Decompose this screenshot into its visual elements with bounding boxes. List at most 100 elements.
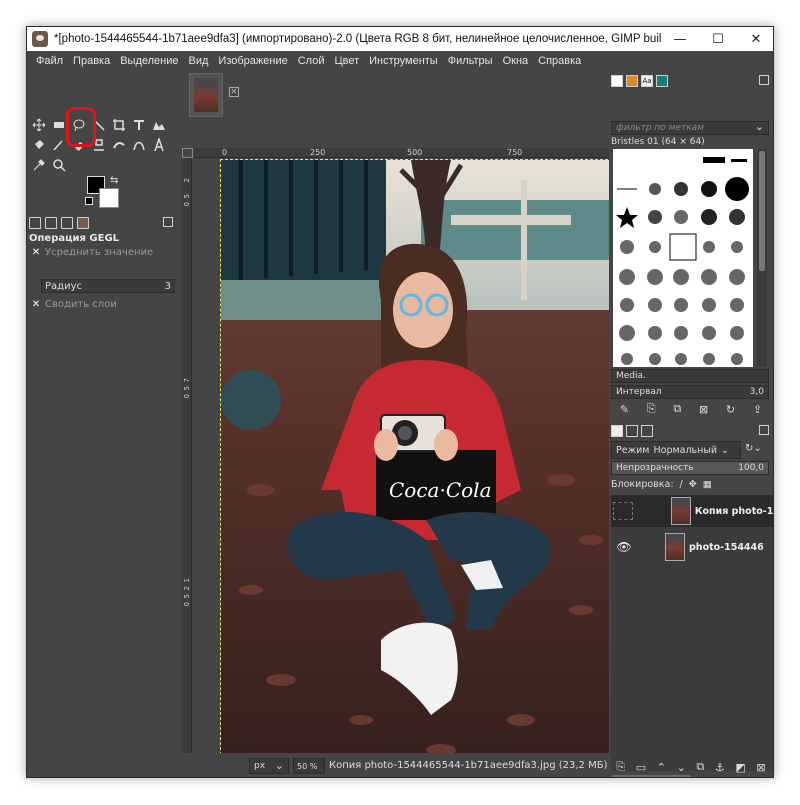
paths-tool-icon[interactable] — [131, 137, 147, 153]
menu-layer[interactable]: Слой — [293, 55, 330, 67]
raise-layer-icon[interactable]: ⌃ — [657, 761, 666, 774]
panel-menu-icon[interactable] — [163, 217, 173, 227]
menu-view[interactable]: Вид — [184, 55, 214, 67]
edit-brush-icon[interactable]: ✎ — [620, 403, 629, 416]
rect-select-tool-icon[interactable] — [51, 117, 67, 133]
ruler-tick-label: 2 — [183, 178, 191, 183]
paintbrush-tool-icon[interactable] — [51, 137, 67, 153]
brush-tag-entry[interactable]: Media. — [611, 369, 769, 383]
brush-dock-tabs: Aa — [611, 73, 771, 89]
layer-name[interactable]: Копия photo-1 — [695, 506, 773, 517]
layer-row[interactable]: 👁 photo-154446 — [611, 531, 773, 563]
image-tab-close-icon[interactable]: ✕ — [229, 87, 239, 97]
bucket-fill-tool-icon[interactable] — [31, 137, 47, 153]
close-button[interactable]: ✕ — [737, 27, 773, 51]
zoom-tool-icon[interactable] — [51, 157, 67, 173]
mode-value: Нормальный — [653, 444, 718, 456]
layer-thumbnail — [670, 497, 691, 525]
anchor-layer-icon[interactable]: ⚓ — [715, 761, 725, 774]
radius-label: Радиус — [45, 280, 82, 292]
spacing-label: Интервал — [616, 387, 662, 397]
duplicate-brush-icon[interactable]: ⧉ — [673, 402, 681, 416]
smudge-tool-icon[interactable] — [111, 137, 127, 153]
menu-image[interactable]: Изображение — [213, 55, 292, 67]
minimize-button[interactable]: — — [661, 27, 699, 51]
images-tab-icon[interactable] — [77, 217, 89, 229]
lower-layer-icon[interactable]: ⌄ — [677, 761, 686, 774]
layer-name[interactable]: photo-154446 — [689, 542, 764, 553]
fonts-tab-icon[interactable]: Aa — [641, 75, 653, 87]
menu-file[interactable]: Файл — [31, 55, 68, 67]
add-mask-icon[interactable]: ◩ — [735, 761, 745, 774]
color-picker-tool-icon[interactable] — [31, 157, 47, 173]
image-canvas[interactable]: Coca·Cola — [220, 159, 618, 765]
image-tab-thumbnail — [194, 78, 218, 112]
zoom-select[interactable]: 50 % — [293, 758, 325, 774]
menu-colors[interactable]: Цвет — [329, 55, 364, 67]
spacing-spinner[interactable]: Интервал 3,0 — [611, 385, 769, 399]
brush-scrollbar[interactable] — [757, 149, 767, 367]
new-layer-icon[interactable]: ⎘ — [616, 760, 625, 774]
move-tool-icon[interactable] — [31, 117, 47, 133]
lock-alpha-icon[interactable]: ▦ — [703, 479, 712, 490]
lasso-tool-highlight — [66, 107, 96, 147]
menu-select[interactable]: Выделение — [115, 55, 183, 67]
average-checkbox-icon[interactable]: ✕ — [31, 247, 41, 258]
ruler-corner-button[interactable] — [182, 148, 193, 158]
maximize-button[interactable]: ☐ — [699, 27, 737, 51]
layers-panel-menu-icon[interactable] — [759, 425, 769, 435]
reset-colors-icon[interactable] — [85, 197, 93, 205]
refresh-brushes-icon[interactable]: ↻ — [726, 403, 735, 416]
merge-option[interactable]: ✕ Сводить слои — [31, 299, 117, 310]
delete-brush-icon[interactable]: ⊠ — [699, 403, 708, 416]
menu-filters[interactable]: Фильтры — [443, 55, 498, 67]
warp-tool-icon[interactable] — [151, 117, 167, 133]
vertical-ruler[interactable]: 2 5 0 7 5 0 1 2 5 0 — [182, 158, 192, 763]
text-tool-icon[interactable] — [151, 137, 167, 153]
opacity-spinner[interactable]: Непрозрачность 100,0 — [611, 461, 769, 475]
delete-layer-icon[interactable]: ⊠ — [756, 761, 765, 774]
patterns-tab-icon[interactable] — [626, 75, 638, 87]
layers-tab-icon[interactable] — [611, 425, 623, 437]
document-history-tab-icon[interactable] — [656, 75, 668, 87]
eye-icon[interactable]: 👁 — [613, 540, 635, 554]
average-option[interactable]: ✕ Усреднить значение — [31, 247, 153, 258]
device-status-tab-icon[interactable] — [45, 217, 57, 229]
brush-tag-filter[interactable]: фильтр по меткам — [611, 120, 769, 135]
open-brush-as-image-icon[interactable]: ⇪ — [753, 403, 762, 416]
brushes-panel-menu-icon[interactable] — [759, 75, 769, 85]
image-tab[interactable] — [189, 73, 223, 117]
layer-mode-select[interactable]: Режим Нормальный ⌄ — [611, 441, 741, 459]
tool-options-title: Операция GEGL — [29, 233, 120, 244]
unit-select[interactable]: px — [249, 758, 289, 774]
new-layer-group-icon[interactable]: ▭ — [636, 761, 646, 774]
merge-checkbox-icon[interactable]: ✕ — [31, 299, 41, 310]
swap-colors-icon[interactable]: ⇆ — [110, 175, 118, 186]
channels-tab-icon[interactable] — [626, 425, 638, 437]
lock-pixels-icon[interactable]: / — [680, 479, 683, 490]
brush-grid[interactable] — [613, 149, 753, 367]
transform-tool-icon[interactable] — [131, 117, 147, 133]
menu-windows[interactable]: Окна — [498, 55, 534, 67]
new-brush-icon[interactable]: ⎘ — [647, 402, 656, 416]
undo-history-tab-icon[interactable] — [61, 217, 73, 229]
layers-scrollbar[interactable] — [611, 775, 691, 777]
duplicate-layer-icon[interactable]: ⧉ — [696, 760, 704, 774]
horizontal-ruler[interactable]: 0 250 500 750 — [194, 148, 609, 158]
brush-scroll-thumb[interactable] — [759, 151, 765, 271]
brushes-tab-icon[interactable] — [611, 75, 623, 87]
lock-position-icon[interactable]: ✥ — [689, 479, 697, 490]
layer-row[interactable]: Копия photo-1 — [611, 495, 773, 527]
crop-tool-icon[interactable] — [111, 117, 127, 133]
gimp-app-icon — [32, 31, 48, 47]
paths-tab-icon[interactable] — [641, 425, 653, 437]
layer-visibility-toggle[interactable] — [613, 502, 633, 520]
lock-row: Блокировка: / ✥ ▦ — [611, 479, 712, 490]
menu-tools[interactable]: Инструменты — [364, 55, 443, 67]
radius-spinner[interactable]: Радиус 3 — [41, 279, 175, 293]
tool-options-tab-icon[interactable] — [29, 217, 41, 229]
composite-mode-icon[interactable]: ↻⌄ — [745, 443, 762, 454]
menu-edit[interactable]: Правка — [68, 55, 115, 67]
background-color-swatch[interactable] — [99, 188, 119, 208]
menu-help[interactable]: Справка — [533, 55, 586, 67]
